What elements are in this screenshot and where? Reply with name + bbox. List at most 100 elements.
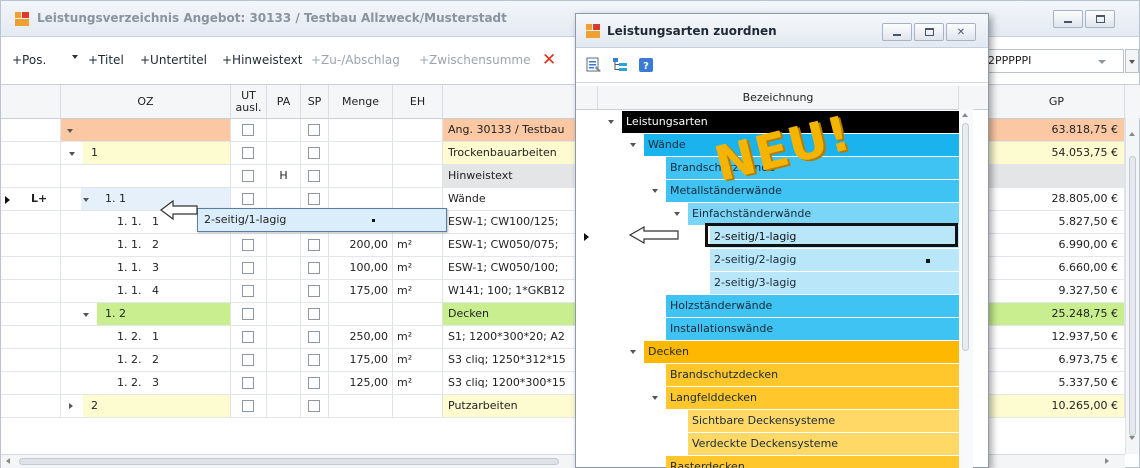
gp-cell[interactable]: 25.248,75 €: [989, 303, 1125, 326]
pa-cell[interactable]: [267, 142, 301, 165]
gp-cell[interactable]: 6.990,00 €: [989, 234, 1125, 257]
horizontal-scroll-thumb[interactable]: [19, 458, 559, 465]
oz-cell[interactable]: 1. 2: [61, 303, 231, 326]
ut-cell[interactable]: [231, 257, 267, 280]
tree-node[interactable]: 2-seitig/2-lagig: [710, 249, 959, 271]
sp-checkbox[interactable]: [308, 377, 320, 389]
combo-dropdown-icon[interactable]: [1098, 60, 1106, 64]
menge-cell[interactable]: [329, 119, 393, 142]
menge-cell[interactable]: [329, 395, 393, 418]
tree-node-row[interactable]: Langfelddecken: [576, 386, 988, 409]
add-hint-text-button[interactable]: +Hinweistext: [222, 53, 302, 67]
scroll-right-icon[interactable]: [1105, 458, 1109, 464]
horizontal-scrollbar[interactable]: [1, 454, 576, 468]
gp-cell[interactable]: 63.818,75 €: [989, 119, 1125, 142]
gp-cell[interactable]: [989, 165, 1125, 188]
tree-structure-icon[interactable]: [612, 57, 628, 73]
ut-checkbox[interactable]: [242, 262, 254, 274]
dialog-scroll-thumb[interactable]: [962, 123, 969, 351]
scroll-left-icon[interactable]: [6, 458, 10, 464]
oz-cell[interactable]: 1. 1. 4: [61, 280, 231, 303]
tree-node[interactable]: 2-seitig/1-lagig: [710, 226, 959, 248]
collapse-chevron-icon[interactable]: [652, 189, 658, 193]
tree-node-row[interactable]: Holzständerwände: [576, 294, 988, 317]
pa-cell[interactable]: [267, 349, 301, 372]
ut-cell[interactable]: [231, 395, 267, 418]
horizontal-scrollbar-right[interactable]: [989, 454, 1125, 468]
ut-cell[interactable]: [231, 119, 267, 142]
ut-cell[interactable]: [231, 326, 267, 349]
tree-node[interactable]: Brandschutzdecken: [666, 364, 959, 386]
collapse-chevron-icon[interactable]: [69, 152, 75, 156]
sp-checkbox[interactable]: [308, 354, 320, 366]
pa-cell[interactable]: [267, 234, 301, 257]
menge-cell[interactable]: 250,00: [329, 326, 393, 349]
oz-cell[interactable]: 1. 2. 1: [61, 326, 231, 349]
collapse-chevron-icon[interactable]: [67, 129, 73, 133]
gp-cell[interactable]: 5.337,50 €: [989, 372, 1125, 395]
tree-node-row[interactable]: Decken: [576, 340, 988, 363]
sp-checkbox[interactable]: [308, 331, 320, 343]
ut-checkbox[interactable]: [242, 170, 254, 182]
eh-cell[interactable]: m²: [393, 349, 443, 372]
tree-node-row[interactable]: Einfachständerwände: [576, 202, 988, 225]
delete-icon[interactable]: ✕: [542, 50, 556, 70]
sp-checkbox[interactable]: [308, 400, 320, 412]
pa-cell[interactable]: [267, 280, 301, 303]
text-cell[interactable]: Trockenbauarbeiten: [443, 142, 581, 165]
ut-checkbox[interactable]: [242, 400, 254, 412]
menge-cell[interactable]: 175,00: [329, 349, 393, 372]
eh-cell[interactable]: m²: [393, 280, 443, 303]
column-header-ut[interactable]: UT ausl.: [231, 85, 267, 119]
sp-checkbox[interactable]: [308, 285, 320, 297]
pa-cell[interactable]: [267, 257, 301, 280]
ut-checkbox[interactable]: [242, 354, 254, 366]
gp-cell[interactable]: 12.937,50 €: [989, 326, 1125, 349]
sp-cell[interactable]: [301, 119, 329, 142]
pa-cell[interactable]: H: [267, 165, 301, 188]
ut-cell[interactable]: [231, 303, 267, 326]
gp-cell[interactable]: 28.805,00 €: [989, 188, 1125, 211]
tree-node-row[interactable]: Installationswände: [576, 317, 988, 340]
maximize-button[interactable]: [1085, 10, 1115, 28]
sp-cell[interactable]: [301, 372, 329, 395]
tree-node[interactable]: Installationswände: [666, 318, 959, 340]
vertical-scroll-thumb[interactable]: [1129, 156, 1136, 436]
eh-cell[interactable]: [393, 395, 443, 418]
column-header-bezeichnung[interactable]: Bezeichnung: [598, 86, 959, 110]
menge-cell[interactable]: [329, 303, 393, 326]
minimize-button[interactable]: [1053, 10, 1083, 28]
eh-cell[interactable]: m²: [393, 372, 443, 395]
eh-cell[interactable]: [393, 303, 443, 326]
tree-node-row[interactable]: Rasterdecken: [576, 455, 988, 468]
combo-extra-button[interactable]: [1125, 49, 1139, 73]
text-cell[interactable]: ESW-1; CW050/075;: [443, 234, 581, 257]
oz-cell[interactable]: 1. 1. 3: [61, 257, 231, 280]
oz-cell[interactable]: 1: [61, 142, 231, 165]
sp-cell[interactable]: [301, 257, 329, 280]
column-header-text[interactable]: [443, 85, 581, 119]
ut-cell[interactable]: [231, 349, 267, 372]
tree-node[interactable]: Langfelddecken: [666, 387, 959, 409]
pa-cell[interactable]: [267, 119, 301, 142]
tree-node-row[interactable]: Metallständerwände: [576, 179, 988, 202]
ut-cell[interactable]: [231, 372, 267, 395]
ut-checkbox[interactable]: [242, 331, 254, 343]
oz-cell[interactable]: 1. 1. 2: [61, 234, 231, 257]
scroll-up-icon[interactable]: [962, 113, 968, 117]
list-details-icon[interactable]: [586, 57, 602, 73]
text-cell[interactable]: S1; 1200*300*20; A2: [443, 326, 581, 349]
tree-node[interactable]: Sichtbare Deckensysteme: [688, 410, 959, 432]
gp-cell[interactable]: 54.053,75 €: [989, 142, 1125, 165]
oz-cell[interactable]: 1. 2. 2: [61, 349, 231, 372]
sp-cell[interactable]: [301, 395, 329, 418]
tree-node-row[interactable]: Verdeckte Deckensysteme: [576, 432, 988, 455]
eh-cell[interactable]: m²: [393, 234, 443, 257]
gp-cell[interactable]: 9.327,50 €: [989, 280, 1125, 303]
tree-node[interactable]: 2-seitig/3-lagig: [710, 272, 959, 294]
tree-node[interactable]: Decken: [644, 341, 959, 363]
add-position-dropdown-icon[interactable]: [72, 55, 78, 59]
oz-cell[interactable]: [61, 165, 231, 188]
eh-cell[interactable]: [393, 142, 443, 165]
tree-node[interactable]: Rasterdecken: [666, 456, 959, 468]
